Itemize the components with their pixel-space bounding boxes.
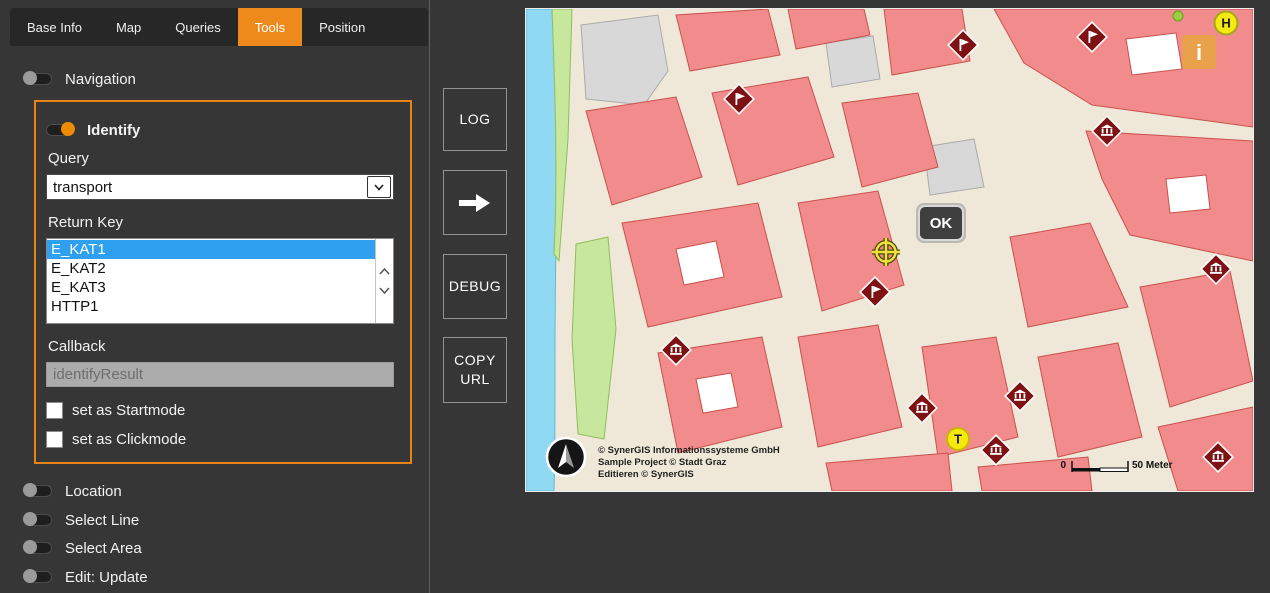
small-green-dot [1173, 11, 1183, 21]
query-select-value: transport [47, 179, 367, 196]
chevron-down-icon[interactable] [367, 176, 391, 198]
map-view[interactable]: H T OK [525, 8, 1254, 492]
edit-update-label: Edit: Update [65, 569, 148, 586]
callback-input[interactable] [46, 362, 394, 387]
select-line-toggle-switch[interactable] [24, 514, 52, 526]
debug-button-label: DEBUG [449, 277, 501, 296]
log-button[interactable]: LOG [443, 88, 507, 151]
edit-update-toggle-switch[interactable] [24, 571, 52, 583]
select-area-toggle-switch[interactable] [24, 542, 52, 554]
listbox-items: E_KAT1 E_KAT2 E_KAT3 HTTP1 [47, 240, 376, 316]
clickmode-checkbox-row[interactable]: set as Clickmode [46, 430, 186, 448]
copyright-line1: © SynerGIS Informationssysteme GmbH [598, 445, 780, 456]
next-arrow-button[interactable] [443, 170, 507, 235]
scale-end-label: 50 Meter [1132, 460, 1173, 471]
toggle-dot [61, 122, 75, 136]
startmode-label: set as Startmode [72, 402, 185, 419]
ok-button-label: OK [930, 215, 953, 232]
identify-label: Identify [87, 122, 140, 139]
select-line-label: Select Line [65, 512, 139, 529]
toggle-dot [23, 483, 37, 497]
ok-popup-button[interactable]: OK [916, 203, 966, 243]
badge-h-letter: H [1221, 16, 1230, 31]
tab-label: Queries [175, 20, 221, 35]
scroll-down-icon[interactable] [379, 287, 390, 294]
location-toggle-switch[interactable] [24, 485, 52, 497]
badge-t-letter: T [954, 432, 962, 447]
query-select[interactable]: transport [46, 174, 394, 200]
return-key-listbox[interactable]: E_KAT1 E_KAT2 E_KAT3 HTTP1 [46, 238, 394, 324]
list-item[interactable]: E_KAT1 [47, 240, 376, 259]
return-key-label: Return Key [48, 214, 123, 231]
info-button[interactable]: i [1182, 35, 1216, 69]
startmode-checkbox-row[interactable]: set as Startmode [46, 401, 185, 419]
scroll-up-icon[interactable] [379, 268, 390, 275]
listbox-scrollbar[interactable] [375, 239, 393, 323]
app-window: Base Info Map Queries Tools Position Nav… [0, 0, 1270, 593]
tab-label: Position [319, 20, 365, 35]
map-copyright: © SynerGIS Informationssysteme GmbH Samp… [598, 445, 780, 480]
scale-start-label: 0 [1060, 460, 1066, 471]
tab-position[interactable]: Position [302, 8, 382, 46]
toggle-row-identify[interactable]: Identify [46, 120, 140, 140]
tab-label: Map [116, 20, 141, 35]
identify-toggle-switch[interactable] [46, 124, 74, 136]
toggle-dot [23, 569, 37, 583]
query-label: Query [48, 150, 89, 167]
compass-icon [547, 438, 585, 476]
identify-section: Identify Query transport Return Key E_KA… [34, 100, 412, 464]
tab-label: Base Info [27, 20, 82, 35]
toggle-dot [23, 540, 37, 554]
tab-bar: Base Info Map Queries Tools Position [10, 8, 428, 46]
clickmode-checkbox[interactable] [46, 431, 63, 448]
info-icon: i [1196, 40, 1202, 65]
copyright-line3: Editieren © SynerGIS [598, 469, 694, 480]
callback-label: Callback [48, 338, 106, 355]
tab-base-info[interactable]: Base Info [10, 8, 99, 46]
copy-url-label-line1: COPY [454, 351, 496, 370]
list-item[interactable]: E_KAT3 [47, 278, 376, 297]
toggle-row-select-area[interactable]: Select Area [24, 538, 142, 558]
river-water [526, 9, 558, 491]
toggle-dot [23, 71, 37, 85]
tab-tools[interactable]: Tools [238, 8, 302, 46]
location-label: Location [65, 483, 122, 500]
toggle-row-edit-update[interactable]: Edit: Update [24, 567, 148, 587]
navigation-toggle-switch[interactable] [24, 73, 52, 85]
toggle-row-location[interactable]: Location [24, 481, 122, 501]
debug-button[interactable]: DEBUG [443, 254, 507, 319]
copy-url-label-line2: URL [460, 370, 490, 389]
list-item[interactable]: E_KAT2 [47, 259, 376, 278]
toggle-dot [23, 512, 37, 526]
copyright-line2: Sample Project © Stadt Graz [598, 457, 727, 468]
list-item[interactable]: HTTP1 [47, 297, 376, 316]
toggle-row-navigation[interactable]: Navigation [24, 69, 136, 89]
navigation-label: Navigation [65, 71, 136, 88]
log-button-label: LOG [459, 110, 490, 129]
bus-stop-h-badge[interactable]: H [1215, 12, 1238, 35]
right-arrow-icon [459, 192, 491, 214]
clickmode-label: set as Clickmode [72, 431, 186, 448]
tram-stop-t-badge[interactable]: T [947, 428, 969, 450]
toggle-row-select-line[interactable]: Select Line [24, 510, 139, 530]
tab-label: Tools [255, 20, 285, 35]
tab-map[interactable]: Map [99, 8, 158, 46]
copy-url-button[interactable]: COPY URL [443, 337, 507, 403]
startmode-checkbox[interactable] [46, 402, 63, 419]
tab-queries[interactable]: Queries [158, 8, 238, 46]
panel-divider [429, 0, 430, 593]
select-area-label: Select Area [65, 540, 142, 557]
